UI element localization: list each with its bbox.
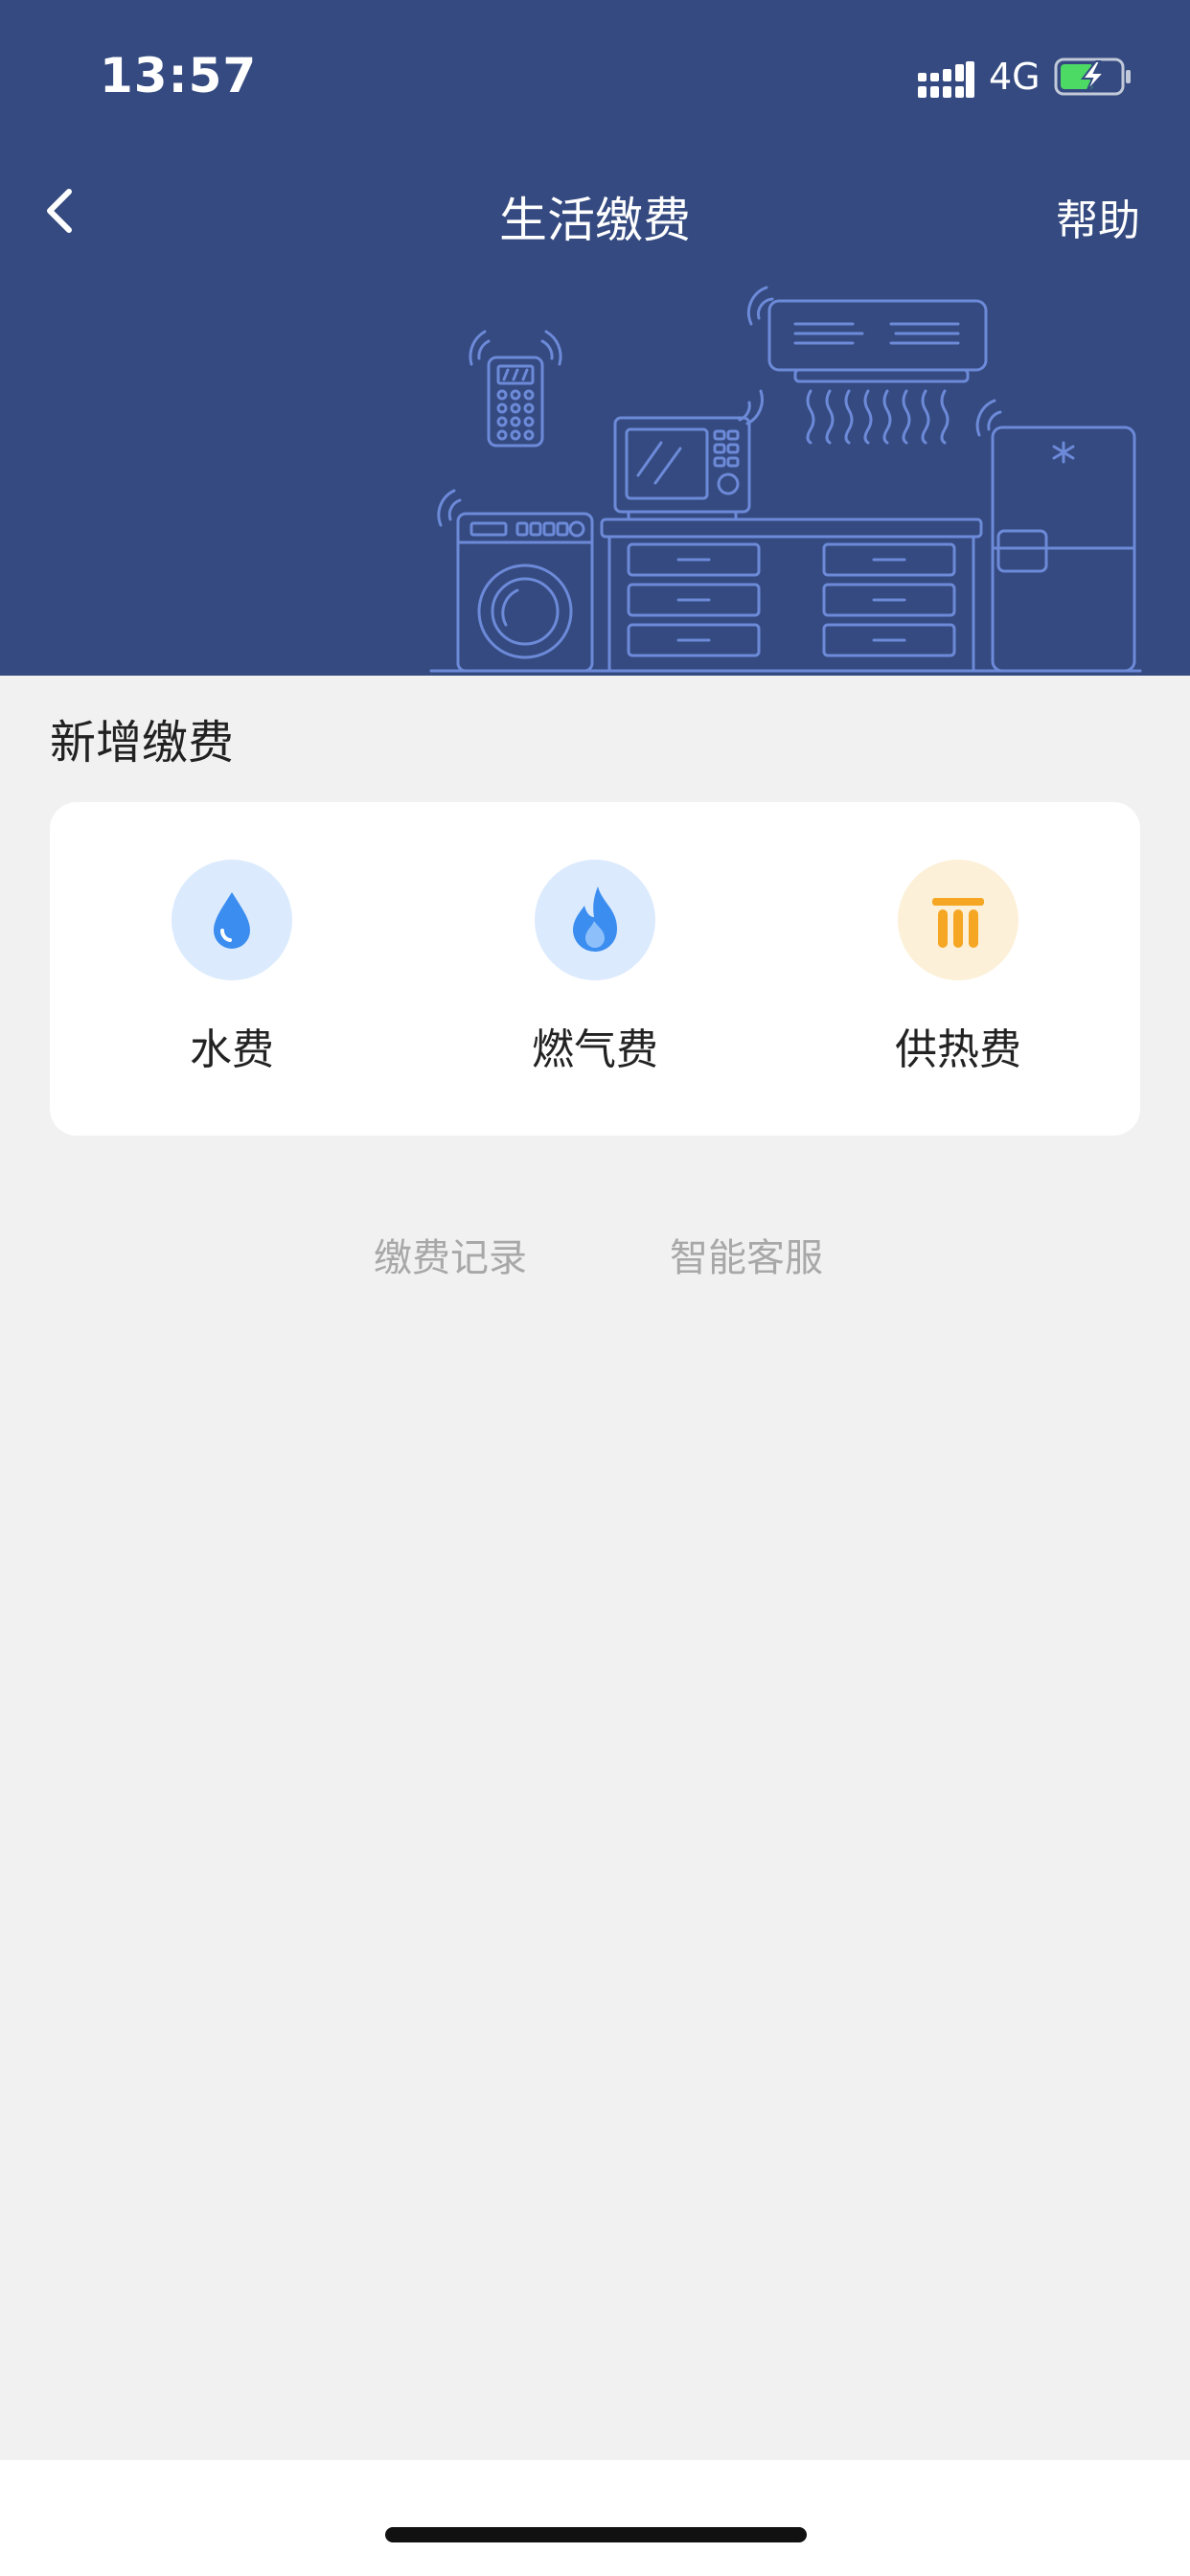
- section-title: 新增缴费: [50, 716, 235, 770]
- help-button[interactable]: 帮助: [1056, 186, 1140, 247]
- battery-charging-icon: [1054, 58, 1131, 96]
- nav-bar: 生活缴费 帮助: [0, 163, 1190, 259]
- water-drop-icon: [214, 892, 250, 949]
- service-label-heating: 供热费: [895, 1025, 1021, 1074]
- status-time: 13:57: [100, 48, 258, 104]
- service-water[interactable]: 水费: [88, 802, 376, 1136]
- gas-icon-circle: [535, 860, 655, 980]
- content-area: 新增缴费 水费 燃气费 供热费 缴费记录 智能客服: [0, 676, 1190, 2460]
- home-indicator[interactable]: [385, 2527, 807, 2542]
- bottom-links: 缴费记录 智能客服: [0, 1227, 1190, 1284]
- heating-icon-circle: [898, 860, 1018, 980]
- network-type: 4G: [989, 56, 1041, 98]
- payment-records-link[interactable]: 缴费记录: [374, 1227, 527, 1282]
- service-card: 水费 燃气费 供热费: [50, 802, 1140, 1136]
- heater-icon: [932, 898, 984, 948]
- service-label-gas: 燃气费: [532, 1025, 658, 1074]
- service-label-water: 水费: [190, 1025, 274, 1074]
- home-indicator-area: [0, 2460, 1190, 2576]
- signal-icon: [918, 61, 974, 98]
- flame-icon: [573, 886, 618, 953]
- service-heating[interactable]: 供热费: [814, 802, 1102, 1136]
- appliances-illustration: [429, 286, 1142, 673]
- page-title: 生活缴费: [499, 193, 691, 248]
- smart-support-link[interactable]: 智能客服: [670, 1227, 823, 1282]
- header: 13:57 4G 生活缴费 帮助: [0, 0, 1190, 676]
- status-bar: 13:57 4G: [0, 0, 1190, 144]
- water-icon-circle: [172, 860, 292, 980]
- service-gas[interactable]: 燃气费: [451, 802, 739, 1136]
